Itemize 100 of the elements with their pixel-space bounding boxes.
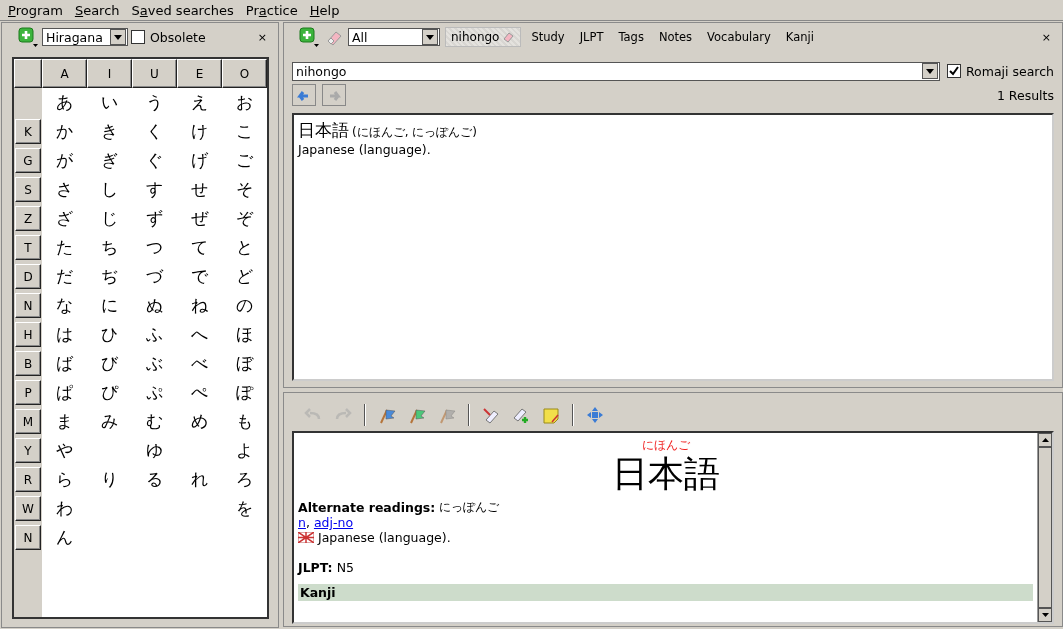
- kana-character[interactable]: う: [146, 91, 163, 114]
- checkbox[interactable]: [946, 64, 961, 78]
- row-header[interactable]: S: [15, 177, 41, 202]
- toolbar-menu-button[interactable]: Vocabulary: [702, 30, 776, 44]
- script-dropdown[interactable]: Hiragana: [42, 28, 128, 46]
- kana-character[interactable]: げ: [191, 149, 208, 172]
- kana-character[interactable]: を: [236, 497, 253, 520]
- search-field[interactable]: nihongo: [292, 61, 940, 81]
- kana-character[interactable]: い: [101, 91, 118, 114]
- kana-character[interactable]: よ: [236, 439, 253, 462]
- toolbar-menu-button[interactable]: Notes: [653, 30, 698, 44]
- kana-character[interactable]: じ: [101, 207, 118, 230]
- kana-character[interactable]: ざ: [56, 207, 73, 230]
- kana-character[interactable]: べ: [191, 352, 208, 375]
- toolbar-menu-button[interactable]: Kanji: [780, 30, 819, 44]
- column-header[interactable]: A: [42, 59, 87, 88]
- menu-item[interactable]: Search: [68, 2, 126, 18]
- kana-character[interactable]: ひ: [101, 323, 118, 346]
- kana-character[interactable]: ぬ: [146, 294, 163, 317]
- flag-icon[interactable]: [378, 406, 396, 424]
- kana-character[interactable]: さ: [56, 178, 73, 201]
- kana-character[interactable]: で: [191, 265, 208, 288]
- row-header[interactable]: R: [15, 467, 41, 492]
- column-header[interactable]: U: [132, 59, 177, 88]
- kana-character[interactable]: お: [236, 91, 253, 114]
- kana-character[interactable]: が: [56, 149, 73, 172]
- kana-character[interactable]: づ: [146, 265, 163, 288]
- row-header[interactable]: P: [15, 380, 41, 405]
- row-header[interactable]: H: [15, 322, 41, 347]
- kana-character[interactable]: ぎ: [101, 149, 118, 172]
- kana-character[interactable]: ん: [56, 526, 73, 549]
- column-header[interactable]: I: [87, 59, 132, 88]
- kana-character[interactable]: き: [101, 120, 118, 143]
- kana-character[interactable]: て: [191, 236, 208, 259]
- kana-character[interactable]: ぺ: [191, 381, 208, 404]
- kana-character[interactable]: ぱ: [56, 381, 73, 404]
- row-header[interactable]: Y: [15, 438, 41, 463]
- row-header[interactable]: G: [15, 148, 41, 173]
- filter-dropdown[interactable]: All: [348, 28, 440, 46]
- row-header[interactable]: D: [15, 264, 41, 289]
- row-header[interactable]: Z: [15, 206, 41, 231]
- kana-character[interactable]: ば: [56, 352, 73, 375]
- kana-character[interactable]: ち: [101, 236, 118, 259]
- kana-character[interactable]: び: [101, 352, 118, 375]
- row-header[interactable]: M: [15, 409, 41, 434]
- close-button[interactable]: ×: [1038, 30, 1054, 44]
- back-button[interactable]: [292, 84, 316, 106]
- kana-character[interactable]: え: [191, 91, 208, 114]
- kana-character[interactable]: こ: [236, 120, 253, 143]
- kana-character[interactable]: ふ: [146, 323, 163, 346]
- row-header[interactable]: K: [15, 119, 41, 144]
- kana-character[interactable]: の: [236, 294, 253, 317]
- kana-character[interactable]: ほ: [236, 323, 253, 346]
- row-header[interactable]: N: [15, 293, 41, 318]
- kana-character[interactable]: み: [101, 410, 118, 433]
- note-icon[interactable]: [542, 406, 560, 424]
- kana-character[interactable]: す: [146, 178, 163, 201]
- kana-character[interactable]: も: [236, 410, 253, 433]
- add-icon[interactable]: [18, 27, 39, 47]
- kana-character[interactable]: ず: [146, 207, 163, 230]
- kana-character[interactable]: ら: [56, 468, 73, 491]
- tag-filter-button[interactable]: nihongo: [445, 27, 522, 47]
- row-header[interactable]: B: [15, 351, 41, 376]
- kana-character[interactable]: ぞ: [236, 207, 253, 230]
- tag-icon[interactable]: [482, 406, 500, 424]
- scrollbar[interactable]: [1037, 433, 1052, 622]
- kana-character[interactable]: し: [101, 178, 118, 201]
- kana-character[interactable]: む: [146, 410, 163, 433]
- part-of-speech-link[interactable]: n: [298, 515, 306, 530]
- kana-character[interactable]: た: [56, 236, 73, 259]
- kana-character[interactable]: め: [191, 410, 208, 433]
- add-icon[interactable]: [299, 27, 320, 47]
- column-header[interactable]: E: [177, 59, 222, 88]
- kana-character[interactable]: ぢ: [101, 265, 118, 288]
- kana-character[interactable]: ぼ: [236, 352, 253, 375]
- column-header[interactable]: O: [222, 59, 267, 88]
- menu-item[interactable]: Help: [303, 2, 346, 18]
- kana-character[interactable]: と: [236, 236, 253, 259]
- kana-character[interactable]: あ: [56, 91, 73, 114]
- close-button[interactable]: ×: [254, 30, 270, 44]
- toolbar-menu-button[interactable]: JLPT: [574, 30, 609, 44]
- kana-character[interactable]: せ: [191, 178, 208, 201]
- row-header[interactable]: N: [15, 525, 41, 550]
- kana-character[interactable]: り: [101, 468, 118, 491]
- kana-character[interactable]: そ: [236, 178, 253, 201]
- kana-character[interactable]: つ: [146, 236, 163, 259]
- kana-character[interactable]: ま: [56, 410, 73, 433]
- kana-character[interactable]: へ: [191, 323, 208, 346]
- menu-item[interactable]: Saved searches: [125, 2, 240, 18]
- scroll-up-icon[interactable]: [1041, 438, 1049, 442]
- kana-character[interactable]: ぴ: [101, 381, 118, 404]
- kana-character[interactable]: に: [101, 294, 118, 317]
- kana-character[interactable]: ろ: [236, 468, 253, 491]
- kana-character[interactable]: ぷ: [146, 381, 163, 404]
- result-entry[interactable]: 日本語 (にほんご, にっぽんご) Japanese (language).: [298, 119, 1048, 157]
- row-header[interactable]: W: [15, 496, 41, 521]
- kana-character[interactable]: く: [146, 120, 163, 143]
- kana-character[interactable]: は: [56, 323, 73, 346]
- toolbar-menu-button[interactable]: Study: [526, 30, 570, 44]
- kana-character[interactable]: ぽ: [236, 381, 253, 404]
